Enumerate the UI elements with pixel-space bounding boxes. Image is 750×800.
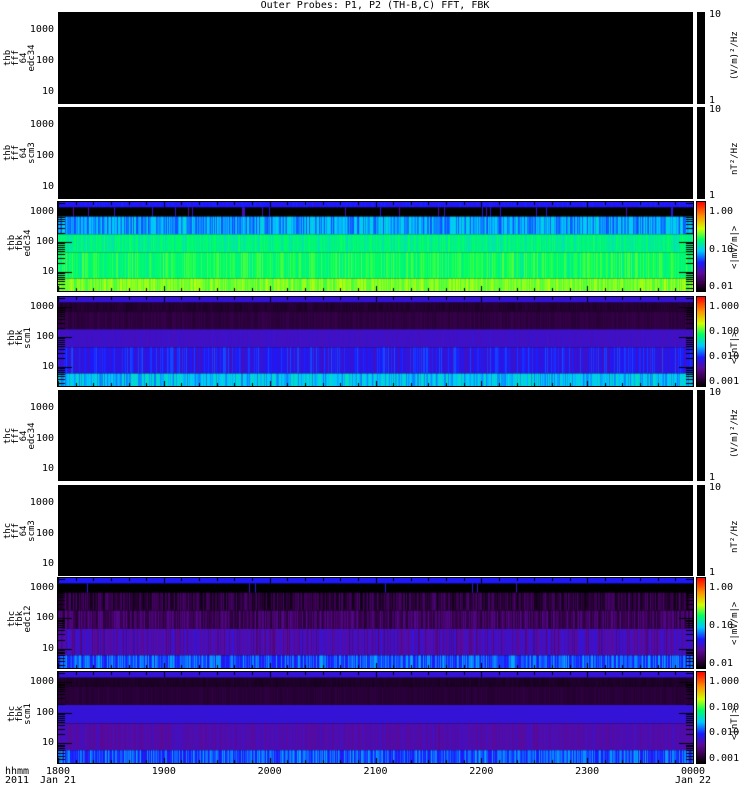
x-tick-label: 1900	[151, 766, 176, 777]
colorbar-tick-label: 1.00	[709, 206, 734, 217]
spectrogram-panel	[57, 201, 694, 292]
y-tick-label: 1000	[29, 24, 54, 36]
colorbar	[696, 296, 706, 387]
colorbar	[696, 577, 706, 669]
x-tick: 2200	[461, 766, 501, 777]
x-tick-label: 2200	[469, 766, 494, 777]
spectrogram-panel	[58, 485, 693, 576]
colorbar-tick-label: 0.01	[709, 281, 734, 292]
spectrogram-panel	[58, 12, 693, 104]
colorbar-tick-label: 1.000	[709, 676, 740, 687]
x-axis-units: hhmm 2011	[5, 767, 30, 786]
y-tick-label: 100	[35, 330, 54, 342]
colorbar-unit-label: (V/m)²/Hz	[730, 408, 740, 458]
y-tick-label: 1000	[29, 497, 54, 509]
y-tick-label: 10	[41, 180, 54, 192]
x-tick-label: 2000	[257, 766, 282, 777]
y-tick-label: 10	[41, 557, 54, 569]
colorbar-unit-label: <|mV/m|>	[730, 225, 740, 269]
x-tick: 0000 Jan 22	[673, 767, 713, 786]
colorbar-tick-label: 1.00	[709, 582, 734, 593]
spectrogram-panel	[57, 296, 694, 387]
spectrogram-canvas	[58, 107, 693, 199]
y-tick-label: 1000	[29, 205, 54, 217]
spectrogram-canvas	[58, 672, 693, 763]
colorbar	[696, 671, 706, 764]
spectrogram-panel	[58, 390, 693, 481]
colorbar-tick-label: 10	[709, 9, 722, 20]
y-tick-label: 10	[41, 462, 54, 474]
spectrogram-panel	[58, 107, 693, 199]
colorbar-unit-label: <|nT|>	[730, 330, 740, 364]
x-tick: 1900	[144, 766, 184, 777]
colorbar-tick-label: 0.001	[709, 376, 740, 387]
colorbar	[697, 485, 705, 576]
y-tick-label: 10	[41, 85, 54, 97]
colorbar-tick-label: 1	[709, 567, 716, 578]
y-tick-label: 100	[35, 235, 54, 247]
plot-title: Outer Probes: P1, P2 (TH-B,C) FFT, FBK	[260, 0, 490, 11]
spectrogram-canvas	[58, 297, 693, 386]
y-tick-label: 100	[35, 150, 54, 162]
y-tick-label: 100	[35, 527, 54, 539]
spectrogram-canvas	[58, 390, 693, 481]
colorbar-unit-label: nT²/Hz	[730, 519, 740, 553]
colorbar-tick-label: 10	[709, 482, 722, 493]
y-tick-label: 1000	[29, 119, 54, 131]
y-tick-label: 100	[35, 55, 54, 67]
y-tick-label: 100	[35, 706, 54, 718]
spectrogram-canvas	[58, 578, 693, 668]
y-tick-label: 1000	[29, 582, 54, 594]
colorbar-unit-label: nT²/Hz	[730, 142, 740, 175]
x-axis-year: 2011	[5, 775, 30, 786]
colorbar	[697, 107, 705, 199]
colorbar	[697, 12, 705, 104]
x-tick: 2300	[567, 766, 607, 777]
y-tick-label: 10	[41, 360, 54, 372]
x-tick: 2100	[356, 766, 396, 777]
x-tick-label: 2100	[363, 766, 388, 777]
colorbar	[696, 201, 706, 292]
spectrogram-panel	[57, 577, 694, 669]
y-tick-label: 100	[35, 612, 54, 624]
colorbar-tick-label: 10	[709, 104, 722, 115]
spectrogram-panel	[57, 671, 694, 764]
spectrogram-canvas	[58, 12, 693, 104]
x-tick-date: Jan 21	[39, 775, 77, 786]
y-tick-label: 10	[41, 642, 54, 654]
colorbar-tick-label: 0.01	[709, 658, 734, 669]
x-tick-date: Jan 22	[674, 775, 712, 786]
y-tick-label: 1000	[29, 676, 54, 688]
colorbar-tick-label: 0.001	[709, 753, 740, 764]
spectrogram-canvas	[58, 485, 693, 576]
x-tick: 1800 Jan 21	[38, 767, 78, 786]
spectrogram-canvas	[58, 202, 693, 291]
colorbar-tick-label: 1.000	[709, 301, 740, 312]
colorbar-unit-label: <|mV/m|>	[730, 601, 740, 645]
y-tick-label: 1000	[29, 300, 54, 312]
x-tick: 2000	[250, 766, 290, 777]
colorbar-tick-label: 10	[709, 387, 722, 398]
colorbar	[697, 390, 705, 481]
colorbar-tick-label: 1	[709, 190, 716, 201]
y-tick-label: 10	[41, 737, 54, 749]
y-tick-label: 10	[41, 265, 54, 277]
y-tick-label: 100	[35, 432, 54, 444]
colorbar-unit-label: (V/m)²/Hz	[730, 31, 740, 80]
y-tick-label: 1000	[29, 402, 54, 414]
colorbar-unit-label: <|nT|>	[730, 706, 740, 740]
x-tick-label: 2300	[575, 766, 600, 777]
